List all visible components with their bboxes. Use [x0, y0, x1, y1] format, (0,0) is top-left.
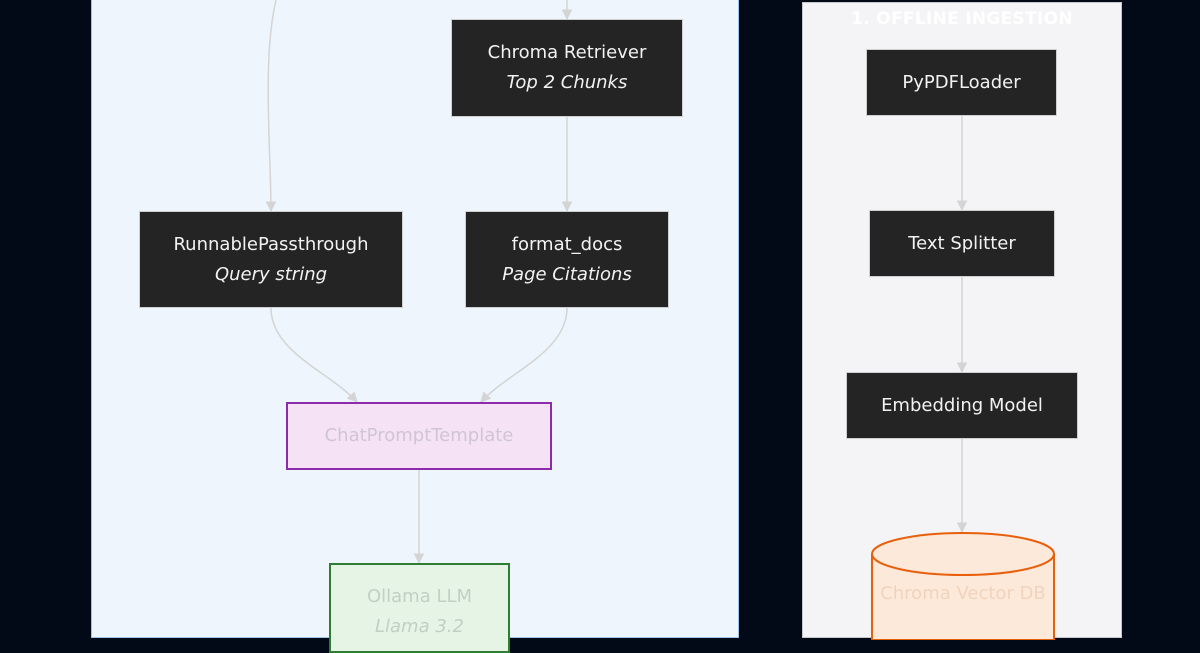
node-title: Text Splitter: [908, 232, 1016, 254]
node-title: Ollama LLM: [366, 586, 473, 607]
node-subtitle: Page Citations: [502, 263, 632, 285]
edge-passthrough-to-prompt: [270, 307, 358, 403]
node-chroma-vector-db: Chroma Vector DB: [870, 576, 1056, 612]
node-runnable-passthrough: RunnablePassthrough Query string: [139, 211, 403, 308]
node-title: Embedding Model: [881, 394, 1043, 416]
node-title: RunnablePassthrough: [173, 233, 369, 255]
node-format-docs: format_docs Page Citations: [465, 211, 669, 308]
node-title: PyPDFLoader: [902, 71, 1021, 93]
node-text-splitter: Text Splitter: [869, 210, 1055, 277]
node-subtitle: Llama 3.2: [375, 616, 464, 637]
node-subtitle: Top 2 Chunks: [506, 72, 628, 93]
node-title: format_docs: [511, 233, 623, 255]
node-chat-prompt-template: ChatPromptTemplate: [286, 402, 552, 470]
node-embedding-model: Embedding Model: [846, 372, 1078, 439]
node-title: ChatPromptTemplate: [324, 425, 514, 446]
node-pypdf-loader: PyPDFLoader: [866, 49, 1057, 116]
edge-format-docs-to-prompt: [480, 307, 568, 403]
node-subtitle: Query string: [214, 263, 328, 285]
node-title: Chroma Retriever: [487, 42, 647, 63]
node-title: Chroma Vector DB: [880, 583, 1046, 604]
edge-input-to-passthrough: [265, 0, 277, 213]
node-chroma-retriever: Chroma Retriever Top 2 Chunks: [451, 19, 683, 117]
node-ollama-llm: Ollama LLM Llama 3.2: [329, 563, 510, 653]
